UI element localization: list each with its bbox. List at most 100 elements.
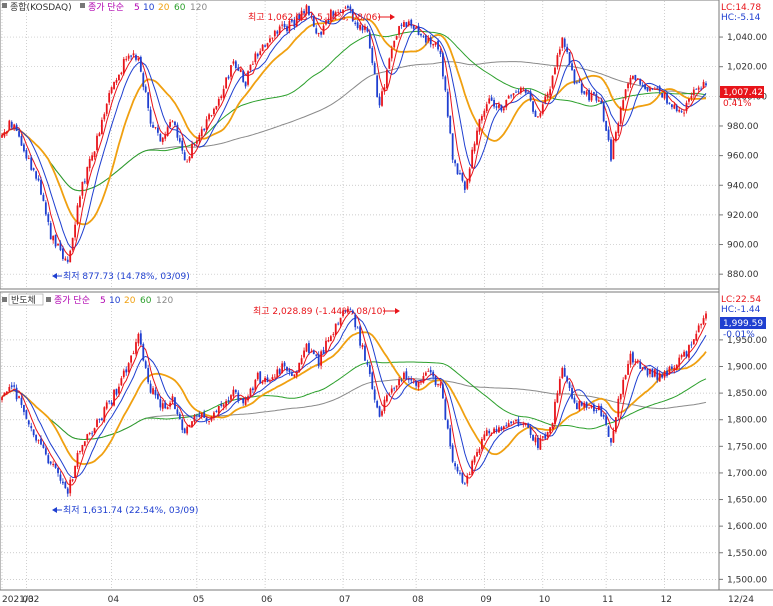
candle [142, 342, 145, 362]
bottom-low-annotation: 최저 1,631.74 (22.54%, 03/09) [52, 505, 198, 516]
candle [666, 93, 668, 105]
candle [76, 450, 79, 470]
candle [249, 387, 252, 397]
candle [451, 443, 454, 464]
candle [139, 55, 142, 73]
bottom-y-tick-170000: 1,700.00 [727, 469, 767, 479]
candle [554, 399, 556, 427]
candle [602, 101, 605, 123]
top-panel-title: 종합(KOSDAQ) [10, 2, 72, 13]
candle [183, 427, 186, 434]
candle [49, 220, 52, 240]
candle [446, 88, 449, 119]
top-y-tick-98000: 980.00 [727, 122, 759, 132]
candle [159, 132, 162, 142]
bottom-y-tick-165000: 1,650.00 [727, 496, 767, 506]
top-y-tick-88000: 880.00 [727, 270, 759, 280]
candle [612, 136, 615, 160]
top-low-note: 최저 877.73 (14.78%, 03/09) [63, 271, 190, 282]
candle [83, 441, 86, 447]
candle [373, 61, 376, 75]
candle [668, 365, 671, 376]
candle [444, 397, 447, 421]
x-tick-04: 04 [108, 595, 120, 605]
candle [64, 480, 67, 489]
top-y-tick-104000: 1,040.00 [727, 33, 767, 43]
candle [624, 89, 627, 101]
bottom-title-marker [2, 297, 7, 302]
candle [653, 368, 656, 378]
bottom-panel[interactable] [0, 291, 720, 591]
candle [692, 339, 695, 345]
x-tick-09: 09 [480, 595, 492, 605]
candle [71, 237, 74, 252]
candle [532, 434, 534, 442]
bottom-y-tick-180000: 1,800.00 [727, 416, 767, 426]
candle [254, 378, 257, 392]
candle [385, 68, 388, 91]
candle [96, 418, 98, 428]
bottom-panel-title: 반도체 [11, 295, 36, 306]
candle [605, 120, 608, 132]
bottom-legend-prefix: 종가 단순 [54, 295, 90, 306]
x-tick-03: 03 [22, 595, 33, 605]
candle [69, 249, 72, 263]
top-low-annotation: 최저 877.73 (14.78%, 03/09) [52, 271, 190, 282]
candle [86, 166, 89, 186]
top-lc-label: LC:14.78 [721, 3, 761, 13]
candle [247, 70, 249, 87]
x-tick-12: 12 [661, 595, 672, 605]
candle [651, 368, 654, 378]
candle [471, 459, 474, 476]
top-legend: 종합(KOSDAQ) 종가 단순 5 10 20 60 120 [2, 2, 207, 13]
bottom-legend-ma5: 5 [100, 296, 106, 306]
candle [607, 425, 610, 437]
bottom-change: -0.01% [723, 330, 755, 340]
top-legend-ma10: 10 [143, 3, 155, 13]
top-high-annotation: 최고 1,062.03 (-5.14%, 08/06) [248, 12, 395, 23]
candle [174, 396, 176, 410]
candle [573, 69, 576, 85]
candle [298, 362, 301, 373]
candle [30, 155, 33, 171]
candle [122, 56, 125, 76]
bottom-y-tick-150000: 1,500.00 [727, 575, 767, 585]
candle [466, 178, 469, 191]
top-hc-label: HC:-5.14 [721, 13, 761, 23]
candle [551, 422, 554, 430]
top-legend-ma60: 60 [174, 3, 186, 13]
candle [661, 93, 664, 98]
candle [25, 409, 28, 420]
bottom-y-tick-185000: 1,850.00 [727, 389, 767, 399]
candle [364, 343, 366, 361]
x-tick-10: 10 [539, 595, 551, 605]
top-panel[interactable] [0, 0, 720, 290]
candle [468, 166, 471, 184]
candle [568, 51, 571, 66]
candle [617, 396, 620, 421]
x-tick-06: 06 [261, 595, 273, 605]
x-tick-05: 05 [193, 595, 204, 605]
candle [388, 57, 391, 70]
candle [225, 77, 228, 89]
candle [8, 119, 11, 131]
candle [371, 45, 374, 66]
bottom-hc-label: HC:-1.44 [721, 305, 761, 315]
candle [79, 195, 81, 208]
top-y-tick-90000: 900.00 [727, 241, 759, 251]
candle [610, 136, 612, 163]
bottom-y-tick-155000: 1,550.00 [727, 549, 767, 559]
candle [442, 51, 444, 80]
candle [551, 75, 554, 90]
candle [588, 88, 590, 103]
candle [449, 424, 452, 450]
candle [359, 324, 361, 349]
bottom-y-tick-160000: 1,600.00 [727, 522, 767, 532]
candle [446, 418, 449, 430]
x-axis-right-label: 12/24 [728, 595, 754, 605]
bottom-legend: 반도체 종가 단순 5 10 20 60 120 [2, 293, 173, 306]
bottom-y-tick-175000: 1,750.00 [727, 442, 767, 452]
top-legend-marker [80, 3, 85, 8]
top-price-value: 1,007.42 [723, 88, 763, 98]
candle [242, 69, 245, 83]
